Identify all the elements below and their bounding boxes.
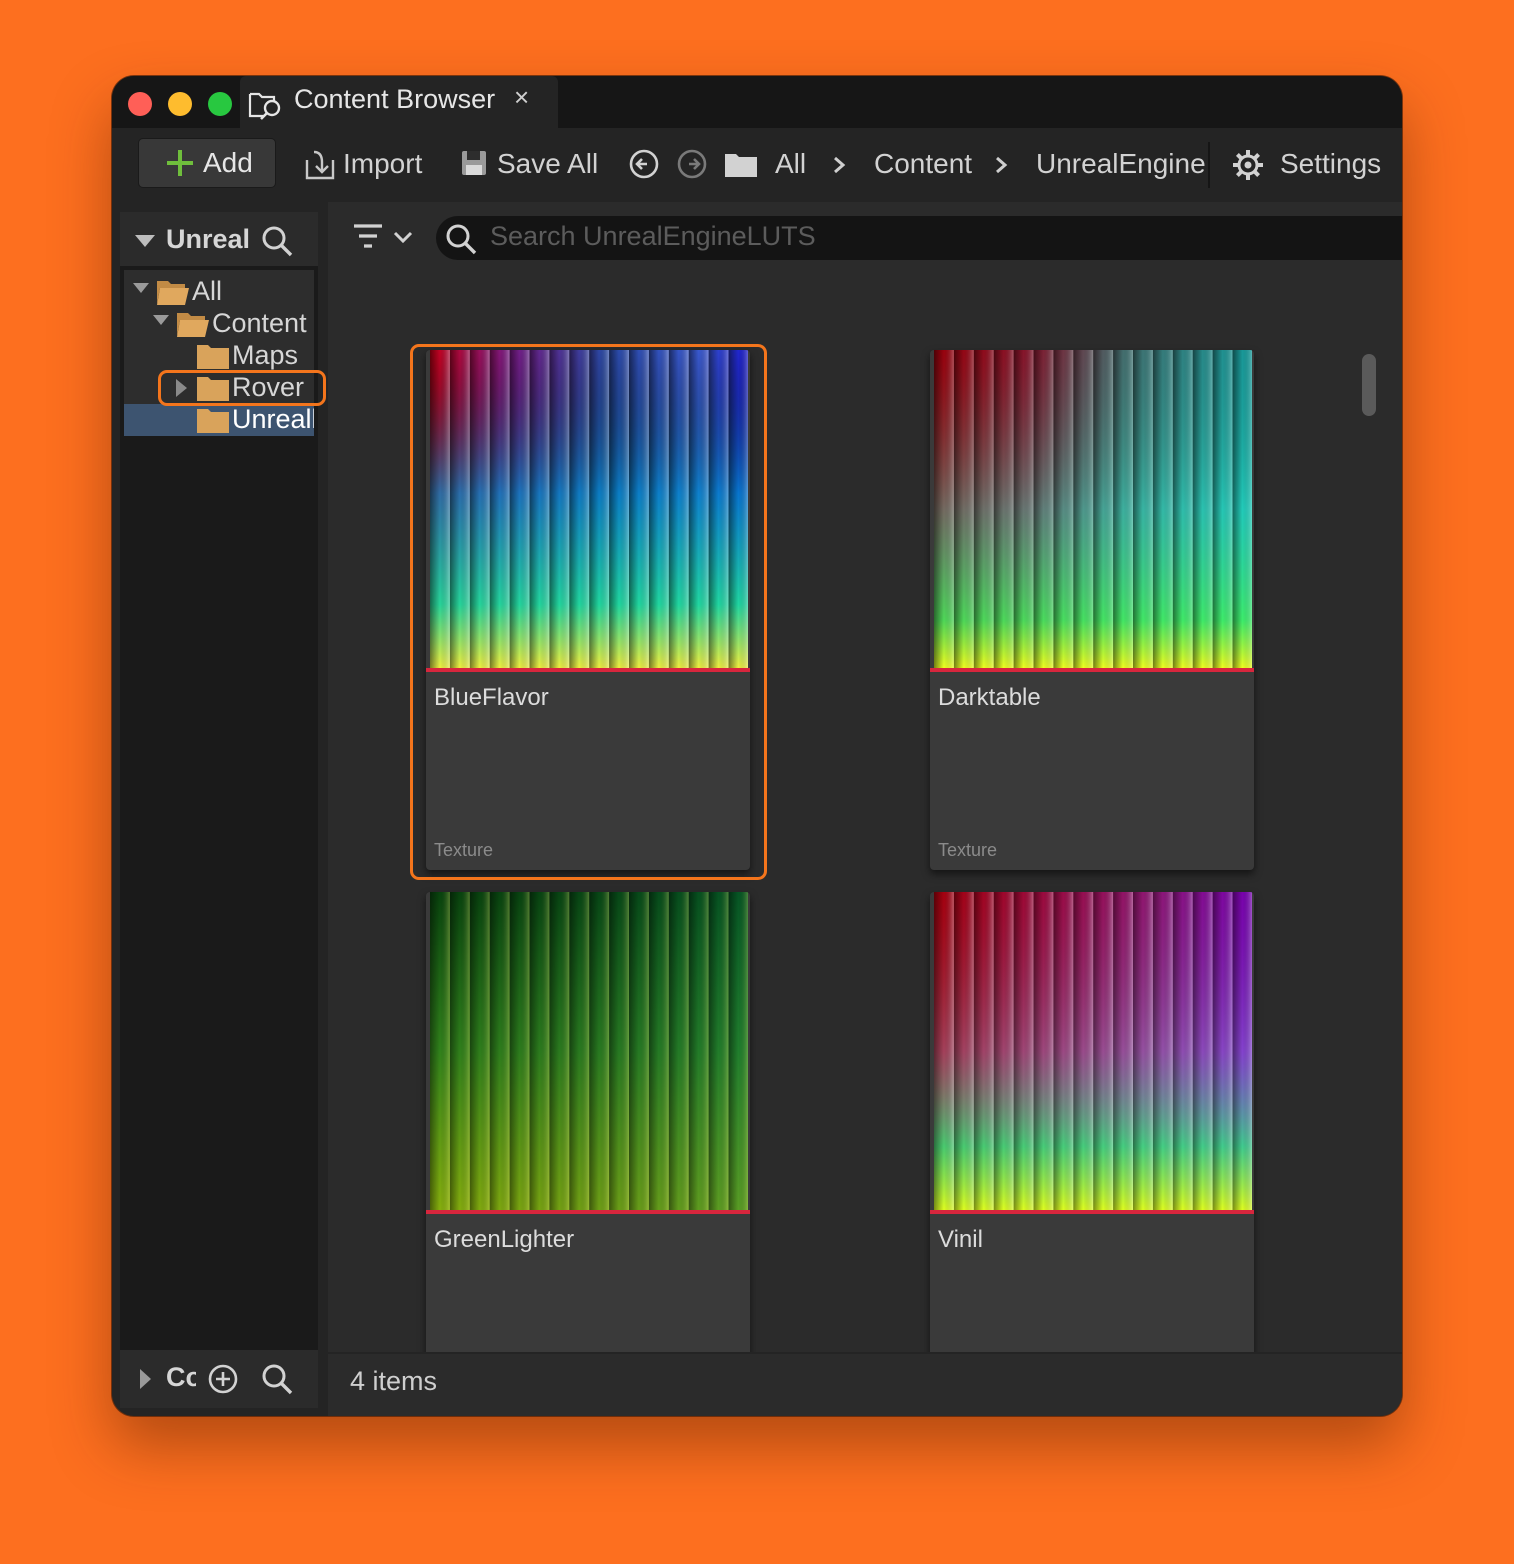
tree-item-content[interactable]: Content xyxy=(212,308,307,339)
sources-header: Unreal xyxy=(120,212,318,266)
filter-icon[interactable] xyxy=(352,222,384,252)
settings-button[interactable]: Settings xyxy=(1280,148,1381,180)
search-input[interactable]: Search UnrealEngineLUTS xyxy=(490,221,816,252)
search-icon[interactable] xyxy=(260,1362,294,1396)
tree-item-all[interactable]: All xyxy=(192,276,222,307)
add-collection-icon[interactable] xyxy=(206,1362,240,1396)
tree-item-unreal-container: Unreall xyxy=(232,402,314,436)
asset-tile-darktable[interactable]: Darktable Texture xyxy=(930,350,1254,870)
rover-highlight-outline xyxy=(158,370,326,406)
asset-name: Darktable xyxy=(938,684,1041,711)
collections-label-container: Co xyxy=(166,1362,196,1398)
title-bar: Content Browser × xyxy=(112,76,1402,128)
open-folder-icon xyxy=(177,313,209,337)
thumbnail-type-bar xyxy=(426,1210,750,1214)
tab-title: Content Browser xyxy=(294,84,496,114)
collapsed-triangle-icon[interactable] xyxy=(138,1368,152,1390)
add-button-label: Add xyxy=(203,147,253,178)
tree-item-unreal[interactable]: Unreall xyxy=(232,404,314,435)
import-icon[interactable] xyxy=(304,148,338,182)
tab-close-icon[interactable]: × xyxy=(514,82,529,113)
lut-thumbnail xyxy=(934,350,1252,668)
asset-view: Search UnrealEngineLUTS BlueFlavor Textu… xyxy=(328,202,1402,1416)
open-folder-icon xyxy=(157,281,189,305)
folder-icon xyxy=(197,409,229,433)
vertical-scrollbar[interactable] xyxy=(1362,354,1376,416)
breadcrumb-content[interactable]: Content xyxy=(874,148,972,180)
tab-content-browser[interactable]: Content Browser × xyxy=(240,76,558,128)
lut-thumbnail xyxy=(430,892,748,1210)
item-count: 4 items xyxy=(350,1366,438,1396)
chevron-right-icon xyxy=(834,156,846,174)
asset-tile-greenlighter[interactable]: GreenLighter Texture xyxy=(426,892,750,1412)
asset-type: Texture xyxy=(938,840,998,860)
breadcrumb-current-container: UnrealEngineL xyxy=(1034,140,1206,190)
add-button[interactable]: Add xyxy=(138,138,276,188)
folder-icon xyxy=(197,345,229,369)
chevron-down-icon[interactable] xyxy=(392,230,414,246)
breadcrumb-current[interactable]: UnrealEngineL xyxy=(1036,148,1206,180)
chevron-right-icon xyxy=(996,156,1008,174)
save-icon[interactable] xyxy=(459,148,489,178)
tree-item-maps[interactable]: Maps xyxy=(232,340,298,371)
plus-icon xyxy=(167,150,193,176)
folder-icon xyxy=(725,154,757,177)
back-arrow-icon[interactable] xyxy=(628,148,660,180)
collections-label: Co xyxy=(166,1362,196,1392)
content-browser-window: Content Browser × Add Import Save All Al… xyxy=(112,76,1402,1416)
asset-name: GreenLighter xyxy=(434,1226,575,1253)
toolbar: Add Import Save All All Content UnrealEn… xyxy=(112,128,1402,202)
gear-icon[interactable] xyxy=(1231,148,1265,182)
expanded-triangle-icon[interactable] xyxy=(132,282,150,294)
expanded-triangle-icon[interactable] xyxy=(152,314,170,326)
collections-header: Co xyxy=(120,1350,318,1408)
search-icon[interactable] xyxy=(260,224,294,258)
search-field[interactable]: Search UnrealEngineLUTS xyxy=(436,216,1402,260)
sources-header-label: Unreal xyxy=(166,224,251,254)
thumbnail-type-bar xyxy=(930,1210,1254,1214)
content-browser-icon xyxy=(248,92,281,120)
asset-name: Vinil xyxy=(938,1226,983,1253)
import-button[interactable]: Import xyxy=(343,148,422,180)
zoom-window-button[interactable] xyxy=(208,92,232,116)
save-all-button[interactable]: Save All xyxy=(497,148,598,180)
minimize-window-button[interactable] xyxy=(168,92,192,116)
status-bar: 4 items xyxy=(328,1352,1402,1416)
close-window-button[interactable] xyxy=(128,92,152,116)
lut-thumbnail xyxy=(934,892,1252,1210)
breadcrumb-all[interactable]: All xyxy=(775,148,806,180)
selected-asset-outline xyxy=(410,344,767,880)
toolbar-divider xyxy=(1208,142,1210,188)
search-icon xyxy=(446,224,477,255)
forward-arrow-icon[interactable] xyxy=(676,148,708,180)
asset-tile-vinil[interactable]: Vinil Texture xyxy=(930,892,1254,1412)
thumbnail-type-bar xyxy=(930,668,1254,672)
collapse-triangle-icon[interactable] xyxy=(134,234,156,248)
sources-panel: Unreal All Content Maps Rover Unreall Co xyxy=(120,212,326,1408)
